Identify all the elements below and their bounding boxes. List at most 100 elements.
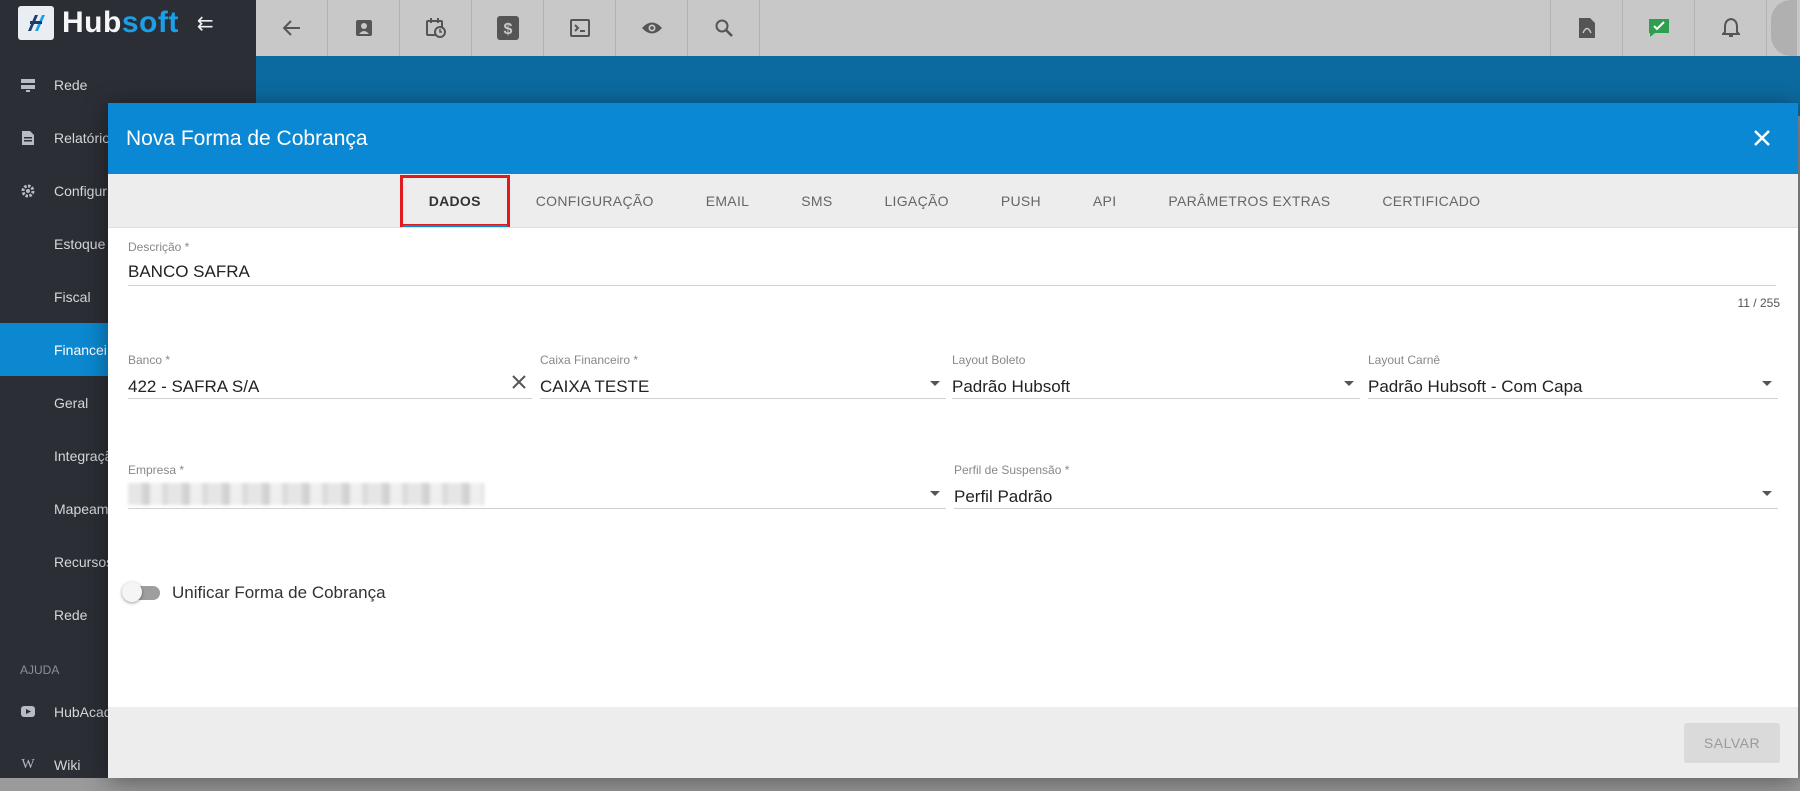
char-counter: 11 / 255	[1737, 296, 1780, 310]
sidebar-item-label: Rede	[54, 76, 88, 93]
caixa-underline	[540, 398, 946, 399]
perfil-suspensao-select[interactable]: Perfil de Suspensão * Perfil Padrão	[954, 463, 1778, 509]
banco-input[interactable]: 422 - SAFRA S/A	[128, 377, 532, 397]
chevron-down-icon	[1344, 381, 1354, 386]
layout-carne-select[interactable]: Layout Carnê Padrão Hubsoft - Com Capa	[1368, 353, 1778, 399]
modal-tabs: DADOS CONFIGURAÇÃO EMAIL SMS LIGAÇÃO PUS…	[108, 174, 1798, 228]
tab-configuracao[interactable]: CONFIGURAÇÃO	[510, 174, 680, 228]
toggle-switch[interactable]	[122, 582, 160, 602]
caixa-financeiro-select[interactable]: Caixa Financeiro * CAIXA TESTE	[540, 353, 946, 399]
tab-certificado[interactable]: CERTIFICADO	[1356, 174, 1506, 228]
chevron-down-icon	[930, 381, 940, 386]
bell-icon	[1721, 18, 1740, 37]
modal-title: Nova Forma de Cobrança	[126, 126, 368, 150]
toggle-knob	[122, 582, 142, 602]
financial-button[interactable]: $	[472, 0, 544, 56]
sidebar-item-label: Rede	[54, 606, 88, 623]
server-icon	[20, 77, 36, 93]
contacts-button[interactable]	[328, 0, 400, 56]
search-button[interactable]	[688, 0, 760, 56]
sidebar-item-label: Fiscal	[54, 288, 91, 305]
empresa-underline	[128, 508, 946, 509]
chat-button[interactable]	[1622, 0, 1694, 56]
sidebar-item-label: Estoque	[54, 235, 106, 252]
clear-icon	[512, 375, 526, 389]
banco-underline	[128, 398, 532, 399]
close-icon	[1754, 130, 1770, 146]
descricao-underline	[128, 285, 1776, 286]
layout-carne-label: Layout Carnê	[1368, 353, 1441, 367]
back-button[interactable]	[256, 0, 328, 56]
tab-api[interactable]: API	[1067, 174, 1142, 228]
layout-boleto-select[interactable]: Layout Boleto Padrão Hubsoft	[952, 353, 1360, 399]
sidebar-item-label: Recursos	[54, 553, 114, 570]
sidebar-item-label: Configur	[54, 182, 107, 199]
notifications-button[interactable]	[1694, 0, 1766, 56]
dollar-icon: $	[496, 16, 519, 40]
schedule-button[interactable]	[400, 0, 472, 56]
document-icon	[20, 130, 36, 146]
payment-method-modal: Nova Forma de Cobrança DADOS CONFIGURAÇÃ…	[108, 103, 1798, 778]
chevron-down-icon	[1762, 491, 1772, 496]
layout-carne-underline	[1368, 398, 1778, 399]
sidebar-item-label: Financei	[54, 341, 107, 358]
chat-check-icon	[1648, 19, 1669, 37]
terminal-icon	[569, 19, 590, 37]
tab-parametros-extras[interactable]: PARÂMETROS EXTRAS	[1142, 174, 1356, 228]
eye-icon	[641, 22, 662, 34]
save-button[interactable]: SALVAR	[1684, 723, 1780, 763]
pdf-icon	[1578, 18, 1595, 38]
perfil-suspensao-value: Perfil Padrão	[954, 487, 1053, 506]
user-avatar-button[interactable]	[1766, 0, 1800, 56]
collapse-sidebar-icon[interactable]: ⇇	[197, 11, 214, 36]
logo-bar: Hubsoft ⇇	[0, 0, 256, 46]
avatar	[1770, 0, 1797, 56]
tab-email[interactable]: EMAIL	[680, 174, 776, 228]
descricao-field[interactable]: Descrição * BANCO SAFRA	[128, 240, 1776, 286]
chevron-down-icon	[930, 491, 940, 496]
toggle-label: Unificar Forma de Cobrança	[172, 583, 386, 602]
terminal-button[interactable]	[544, 0, 616, 56]
sidebar-item-label: Mapeam	[54, 500, 109, 517]
calendar-clock-icon	[425, 18, 446, 38]
clear-banco-button[interactable]	[512, 375, 526, 394]
sidebar-item-label: Wiki	[54, 756, 81, 773]
view-button[interactable]	[616, 0, 688, 56]
banco-field[interactable]: Banco * 422 - SAFRA S/A	[128, 353, 532, 399]
close-button[interactable]	[1748, 124, 1776, 152]
youtube-icon	[20, 704, 36, 720]
empresa-label: Empresa *	[128, 463, 185, 477]
unificar-toggle[interactable]: Unificar Forma de Cobrança	[122, 582, 386, 603]
empresa-select[interactable]: Empresa *	[128, 463, 946, 509]
tab-dados[interactable]: DADOS	[399, 174, 510, 227]
contact-card-icon	[355, 20, 372, 36]
svg-text:$: $	[503, 21, 512, 38]
layout-boleto-label: Layout Boleto	[952, 353, 1026, 367]
tab-sms[interactable]: SMS	[775, 174, 858, 228]
modal-footer: SALVAR	[108, 707, 1798, 778]
layout-boleto-value: Padrão Hubsoft	[952, 377, 1071, 396]
topbar: $	[256, 0, 1800, 56]
descricao-input[interactable]: BANCO SAFRA	[128, 262, 1776, 282]
back-arrow-icon	[282, 20, 300, 36]
caixa-financeiro-value: CAIXA TESTE	[540, 377, 650, 396]
logo-icon	[18, 6, 54, 40]
pdf-button[interactable]	[1550, 0, 1622, 56]
descricao-label: Descrição *	[128, 240, 190, 254]
wikipedia-icon: W	[21, 756, 35, 772]
search-icon	[715, 19, 733, 37]
layout-carne-value: Padrão Hubsoft - Com Capa	[1368, 377, 1583, 396]
layout-boleto-underline	[952, 398, 1360, 399]
gear-icon	[20, 183, 36, 199]
sidebar-item-label: Integraçã	[54, 447, 113, 464]
sidebar-item-label: Relatório	[54, 129, 111, 146]
sidebar-item-label: Geral	[54, 394, 89, 411]
tab-ligacao[interactable]: LIGAÇÃO	[858, 174, 974, 228]
sidebar-item-label: HubAcad	[54, 703, 112, 720]
banco-label: Banco *	[128, 353, 171, 367]
caixa-financeiro-label: Caixa Financeiro *	[540, 353, 639, 367]
tab-push[interactable]: PUSH	[975, 174, 1067, 228]
modal-header: Nova Forma de Cobrança	[108, 103, 1798, 174]
perfil-suspensao-label: Perfil de Suspensão *	[954, 463, 1070, 477]
